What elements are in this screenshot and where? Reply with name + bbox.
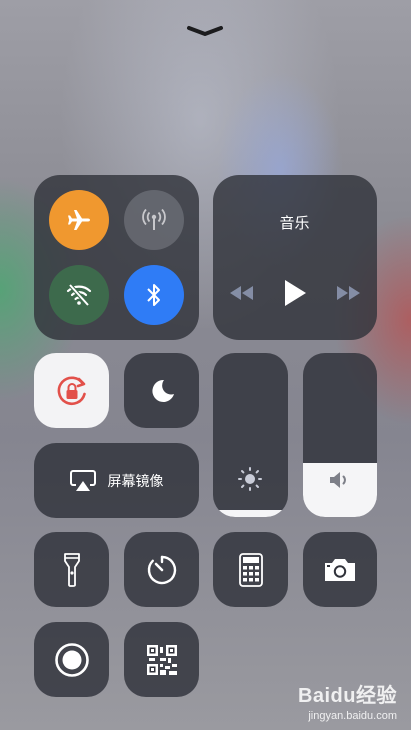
watermark-logo: Baidu经验 <box>297 685 397 707</box>
volume-slider[interactable] <box>303 353 377 517</box>
timer-button[interactable] <box>124 532 199 607</box>
wifi-toggle[interactable] <box>49 265 109 325</box>
sun-icon <box>238 467 262 491</box>
brightness-slider[interactable] <box>213 353 288 517</box>
fast-forward-icon <box>337 286 360 300</box>
play-button[interactable] <box>282 278 308 308</box>
qr-scanner-button[interactable] <box>124 622 199 697</box>
airplane-mode-toggle[interactable] <box>49 190 109 250</box>
brightness-level-fill <box>213 510 288 517</box>
screen-record-icon <box>54 642 89 677</box>
dismiss-chevron-icon[interactable] <box>186 24 224 38</box>
flashlight-button[interactable] <box>34 532 109 607</box>
camera-button[interactable] <box>303 532 377 607</box>
play-icon <box>285 280 306 306</box>
cellular-antenna-icon <box>142 208 166 230</box>
baidu-jingyan-watermark: Baidu经验 jingyan.baidu.com <box>298 679 397 722</box>
calculator-button[interactable] <box>213 532 288 607</box>
cellular-data-toggle[interactable] <box>124 190 184 250</box>
rotation-lock-icon <box>57 376 86 405</box>
wifi-off-icon <box>66 283 92 307</box>
previous-track-button[interactable] <box>228 284 254 302</box>
screen-mirroring-button[interactable]: 屏幕镜像 <box>34 443 199 518</box>
qr-code-icon <box>146 644 177 675</box>
timer-icon <box>147 555 176 584</box>
bluetooth-icon <box>147 284 160 306</box>
bluetooth-toggle[interactable] <box>124 265 184 325</box>
connectivity-module <box>34 175 199 340</box>
music-module[interactable] <box>213 175 377 340</box>
screen-mirroring-label: 屏幕镜像 <box>107 472 164 489</box>
calculator-icon <box>238 552 263 587</box>
airplay-icon <box>69 469 96 491</box>
next-track-button[interactable] <box>336 284 362 302</box>
moon-icon <box>151 379 174 402</box>
watermark-url: jingyan.baidu.com <box>308 710 397 722</box>
music-title: 音乐 <box>279 215 310 232</box>
flashlight-icon <box>63 552 80 587</box>
rewind-icon <box>230 286 253 300</box>
speaker-icon <box>328 470 352 490</box>
screen-record-button[interactable] <box>34 622 109 697</box>
camera-icon <box>325 558 355 581</box>
do-not-disturb-toggle[interactable] <box>124 353 199 428</box>
orientation-lock-toggle[interactable] <box>34 353 109 428</box>
airplane-icon <box>68 210 90 230</box>
